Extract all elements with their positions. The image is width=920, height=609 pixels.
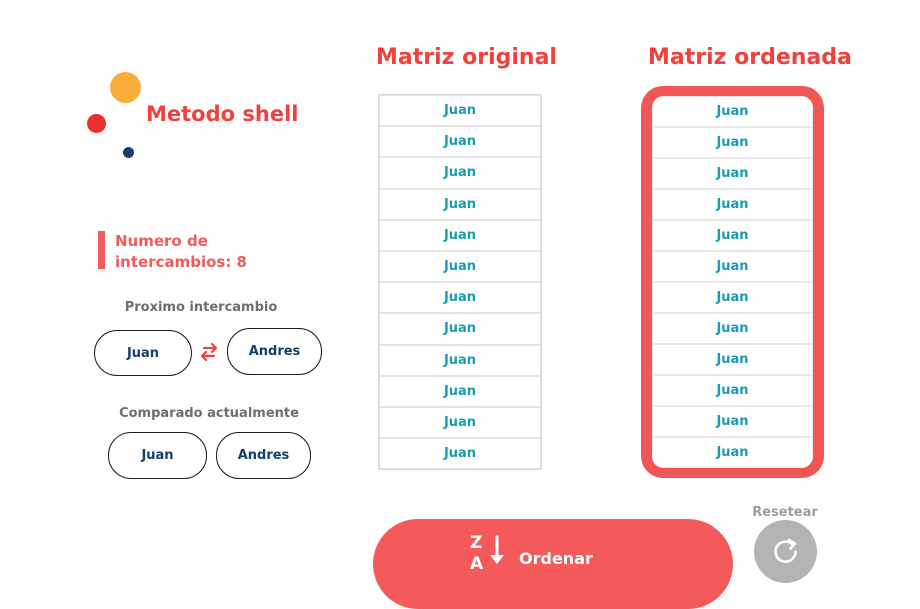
- original-item: Juan: [379, 344, 541, 376]
- app-title: Metodo shell: [146, 102, 299, 126]
- sort-z-a-down-icon: Z A: [470, 533, 504, 573]
- sorted-matrix: Juan Juan Juan Juan Juan Juan Juan Juan …: [652, 96, 813, 468]
- next-swap-left: Juan: [94, 330, 192, 376]
- original-matrix: Juan Juan Juan Juan Juan Juan Juan Juan …: [378, 94, 542, 471]
- reset-button[interactable]: [754, 520, 817, 583]
- original-item: Juan: [379, 188, 541, 220]
- sorted-item: Juan: [652, 406, 813, 437]
- svg-text:A: A: [470, 554, 484, 573]
- sorted-item: Juan: [652, 251, 813, 282]
- original-item: Juan: [379, 157, 541, 189]
- sorted-item: Juan: [652, 282, 813, 313]
- logo-dot-red: [87, 114, 106, 133]
- original-item: Juan: [379, 438, 541, 470]
- reset-label: Resetear: [752, 505, 818, 520]
- sorted-matrix-title: Matriz ordenada: [648, 45, 852, 70]
- sorted-item: Juan: [652, 313, 813, 344]
- original-item: Juan: [379, 406, 541, 439]
- sorted-item: Juan: [652, 344, 813, 375]
- original-matrix-title: Matriz original: [376, 45, 557, 70]
- sorted-item: Juan: [652, 220, 813, 251]
- sorted-item: Juan: [652, 189, 813, 220]
- sorted-item: Juan: [652, 158, 813, 189]
- logo-dot-navy: [123, 147, 134, 158]
- next-swap-label: Proximo intercambio: [124, 300, 278, 315]
- current-compare-right: Andres: [216, 432, 311, 479]
- next-swap-right: Andres: [227, 328, 322, 375]
- original-item: Juan: [379, 282, 541, 314]
- sorted-item: Juan: [652, 375, 813, 406]
- original-item: Juan: [379, 95, 541, 127]
- swap-counter: Numero de intercambios: 8: [115, 232, 247, 271]
- current-compare-left: Juan: [108, 432, 207, 479]
- original-item: Juan: [379, 219, 541, 251]
- original-item: Juan: [379, 375, 541, 407]
- sorted-item: Juan: [652, 127, 813, 158]
- sorted-item: Juan: [652, 96, 813, 127]
- original-item: Juan: [379, 126, 541, 158]
- logo-dot-orange: [110, 72, 141, 103]
- sorted-item: Juan: [652, 437, 813, 468]
- reset-icon: [774, 538, 797, 563]
- original-item: Juan: [379, 250, 541, 283]
- svg-text:Z: Z: [470, 533, 482, 553]
- swap-arrows-icon: [200, 342, 218, 362]
- original-item: Juan: [379, 313, 541, 345]
- sort-button-label[interactable]: Ordenar: [519, 549, 593, 568]
- current-compare-label: Comparado actualmente: [119, 406, 299, 421]
- counter-accent-bar: [98, 231, 105, 269]
